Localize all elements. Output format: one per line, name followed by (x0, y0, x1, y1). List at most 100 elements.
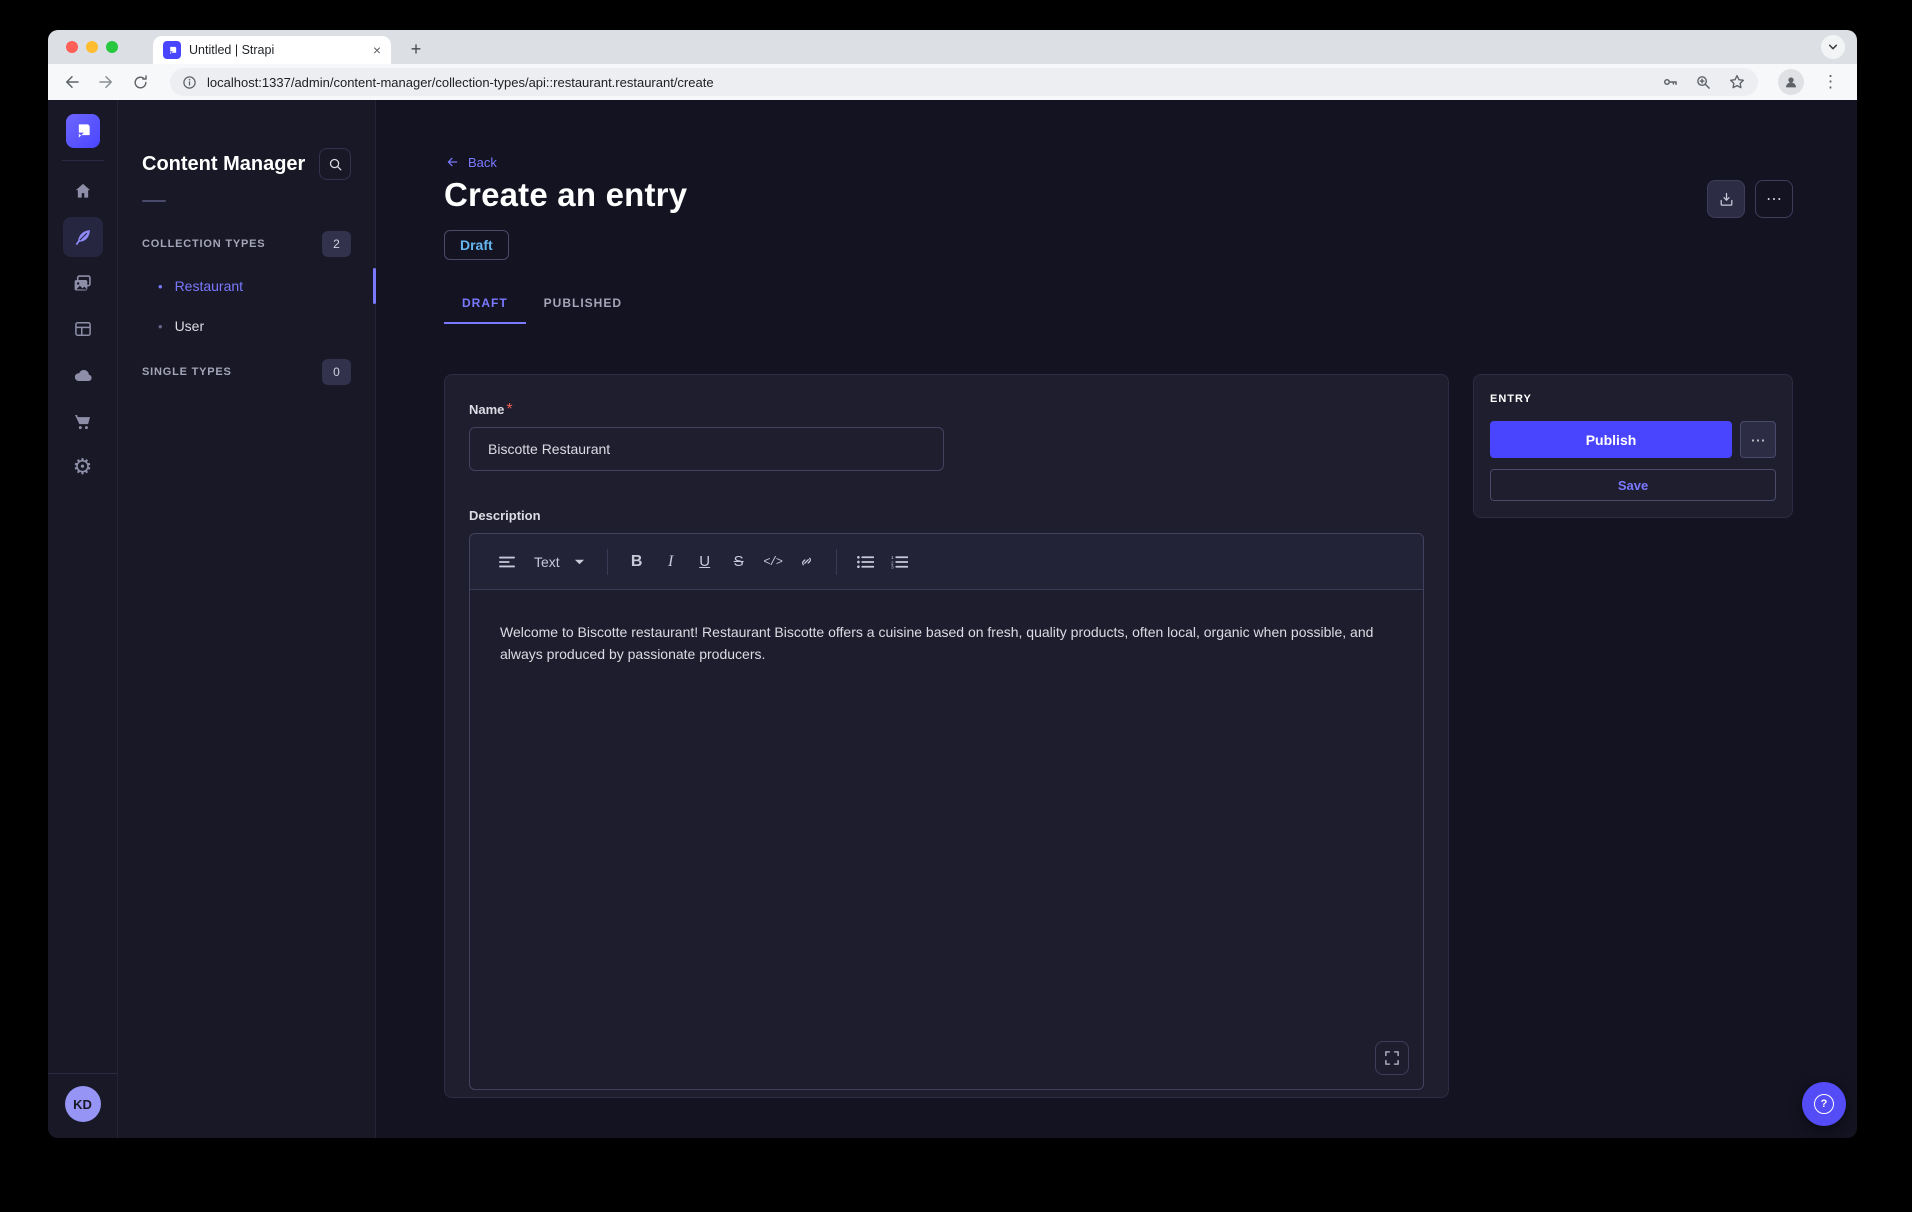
numbered-list-button[interactable]: 123 (883, 546, 917, 578)
single-types-section: SINGLE TYPES 0 (142, 358, 351, 386)
toolbar-separator (607, 549, 608, 575)
save-button[interactable]: Save (1490, 469, 1776, 501)
entry-form-card: Name* Description Text (444, 374, 1449, 1098)
back-link[interactable]: Back (444, 154, 497, 170)
forward-icon[interactable] (96, 72, 116, 92)
tab-published[interactable]: PUBLISHED (526, 282, 640, 324)
bullet-icon: • (158, 279, 163, 294)
question-mark-icon: ? (1814, 1094, 1834, 1114)
italic-button[interactable]: I (654, 546, 688, 578)
browser-window: Untitled | Strapi × + localhost:1337/adm… (48, 30, 1857, 1138)
password-key-icon[interactable] (1661, 73, 1679, 91)
link-button[interactable] (790, 546, 824, 578)
strapi-app: ⚙ KD Content Manager COLLECTION TYPES 2 (48, 100, 1857, 1138)
user-avatar[interactable]: KD (65, 1086, 101, 1122)
svg-text:1: 1 (891, 555, 894, 561)
search-button[interactable] (319, 148, 351, 180)
nav-content-manager-icon[interactable] (63, 217, 103, 257)
bold-button[interactable]: B (620, 546, 654, 578)
omnibox-actions (1661, 73, 1746, 91)
nav-home-icon[interactable] (63, 171, 103, 211)
single-types-count-badge: 0 (322, 359, 351, 385)
zoom-window-button[interactable] (106, 41, 118, 53)
paragraph-align-icon[interactable] (490, 546, 524, 578)
back-label: Back (468, 155, 497, 170)
text-style-dropdown[interactable]: Text (524, 554, 595, 570)
code-button[interactable]: </> (756, 546, 790, 578)
required-asterisk: * (506, 401, 512, 418)
more-options-button[interactable]: ⋯ (1755, 180, 1793, 218)
entry-panel-title: ENTRY (1490, 393, 1776, 405)
bookmark-star-icon[interactable] (1728, 73, 1746, 91)
bulleted-list-button[interactable] (849, 546, 883, 578)
nav-deploy-cloud-icon[interactable] (63, 355, 103, 395)
content-manager-sidebar: Content Manager COLLECTION TYPES 2 • Res… (118, 100, 376, 1138)
tab-title: Untitled | Strapi (189, 43, 365, 57)
url-text[interactable]: localhost:1337/admin/content-manager/col… (207, 75, 1651, 90)
browser-menu-icon[interactable]: ⋮ (1818, 72, 1843, 92)
editor-toolbar: Text B I U S </> (470, 534, 1423, 590)
strikethrough-button[interactable]: S (722, 546, 756, 578)
sidebar-item-label: User (175, 318, 205, 334)
svg-text:3: 3 (891, 564, 894, 568)
help-button[interactable]: ? (1802, 1082, 1846, 1126)
tab-search-chevron-icon[interactable] (1821, 35, 1845, 59)
minimize-window-button[interactable] (86, 41, 98, 53)
main-nav: ⚙ KD (48, 100, 118, 1138)
browser-profile-avatar[interactable] (1778, 69, 1804, 95)
nav-divider (62, 160, 104, 161)
new-tab-button[interactable]: + (403, 36, 429, 62)
underline-button[interactable]: U (688, 546, 722, 578)
nav-media-library-icon[interactable] (63, 263, 103, 303)
main-content: Back Create an entry ⋯ Draft DRAFT PUBLI… (376, 100, 1857, 1138)
sidebar-item-user[interactable]: • User (142, 306, 351, 346)
browser-tab[interactable]: Untitled | Strapi × (153, 36, 391, 64)
sidebar-item-restaurant[interactable]: • Restaurant (142, 266, 351, 306)
description-text[interactable]: Welcome to Biscotte restaurant! Restaura… (500, 622, 1393, 665)
toolbar-separator (836, 549, 837, 575)
sidebar-divider (142, 200, 166, 202)
name-input[interactable] (469, 427, 944, 471)
site-info-icon[interactable] (182, 75, 197, 90)
expand-editor-button[interactable] (1375, 1041, 1409, 1075)
page-title: Create an entry (444, 176, 687, 214)
description-field-label: Description (469, 508, 541, 523)
window-controls (66, 41, 118, 53)
editor-content[interactable]: Welcome to Biscotte restaurant! Restaura… (470, 590, 1423, 697)
single-types-label: SINGLE TYPES (142, 366, 232, 378)
back-icon[interactable] (62, 72, 82, 92)
strapi-logo-icon[interactable] (66, 114, 100, 148)
collection-types-count-badge: 2 (322, 231, 351, 257)
nav-footer: KD (48, 1073, 117, 1138)
bullet-icon: • (158, 319, 163, 334)
entry-card: ENTRY Publish ⋯ Save (1473, 374, 1793, 518)
collection-types-label: COLLECTION TYPES (142, 238, 265, 250)
tab-draft[interactable]: DRAFT (444, 282, 526, 324)
close-window-button[interactable] (66, 41, 78, 53)
strapi-favicon-icon (163, 41, 181, 59)
zoom-icon[interactable] (1695, 74, 1712, 91)
text-style-value: Text (534, 554, 560, 570)
chevron-down-icon (574, 558, 585, 566)
browser-tabstrip: Untitled | Strapi × + (48, 30, 1857, 64)
nav-content-type-builder-icon[interactable] (63, 309, 103, 349)
nav-marketplace-cart-icon[interactable] (63, 401, 103, 441)
collection-types-section: COLLECTION TYPES 2 • Restaurant • User (142, 230, 351, 346)
entry-sidebar: ENTRY Publish ⋯ Save (1473, 374, 1793, 518)
sidebar-title: Content Manager (142, 153, 305, 176)
nav-settings-gear-icon[interactable]: ⚙ (63, 447, 103, 487)
draft-published-tabs: DRAFT PUBLISHED (444, 282, 1793, 324)
export-download-button[interactable] (1707, 180, 1745, 218)
back-arrow-icon (444, 154, 460, 170)
status-badge: Draft (444, 230, 509, 260)
publish-button[interactable]: Publish (1490, 421, 1732, 458)
url-bar[interactable]: localhost:1337/admin/content-manager/col… (170, 68, 1758, 96)
browser-toolbar: localhost:1337/admin/content-manager/col… (48, 64, 1857, 100)
reload-icon[interactable] (130, 72, 150, 92)
name-field-label: Name (469, 402, 504, 417)
sidebar-item-label: Restaurant (175, 278, 243, 294)
tab-close-icon[interactable]: × (373, 42, 381, 58)
rich-text-editor: Text B I U S </> (469, 533, 1424, 1090)
nav-footer-divider (48, 1073, 117, 1074)
entry-more-button[interactable]: ⋯ (1740, 421, 1776, 458)
